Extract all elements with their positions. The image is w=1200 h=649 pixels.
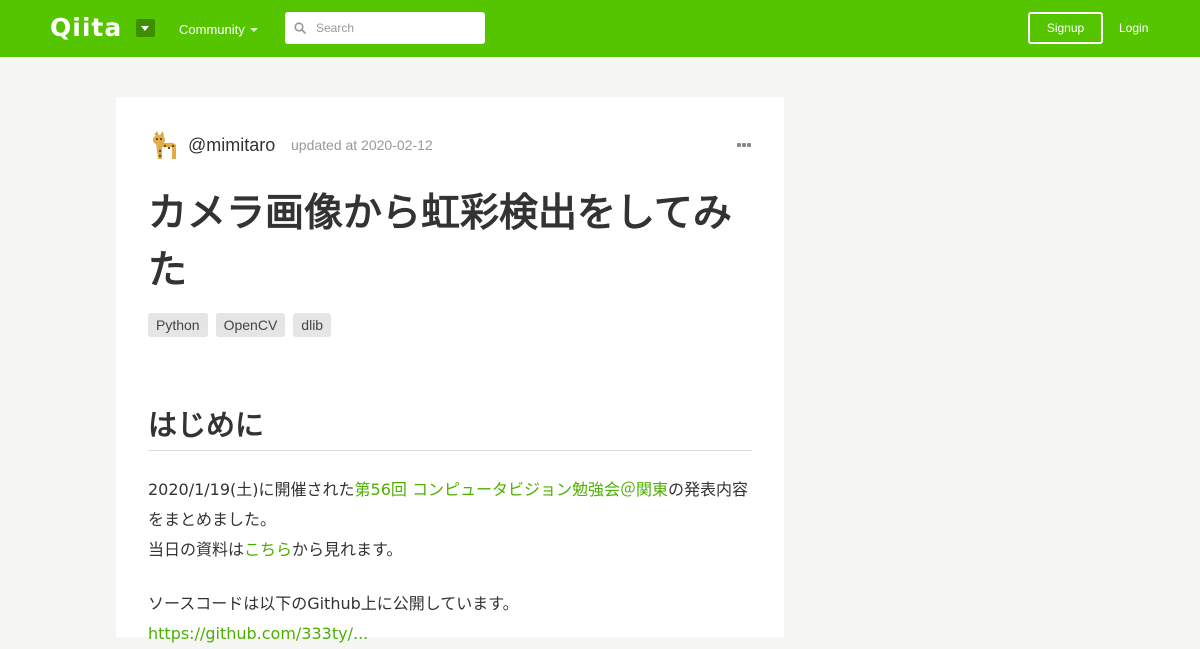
paragraph-slides: 当日の資料はこちらから見れます。 [148,535,752,565]
article-card: @mimitaro updated at 2020-02-12 カメラ画像から虹… [116,97,784,643]
more-options-icon[interactable] [736,137,752,153]
event-link[interactable]: 第56回 コンピュータビジョン勉強会＠関東 [355,480,668,499]
text-span: から見れます。 [292,540,403,559]
tag-python[interactable]: Python [148,313,208,337]
text-span: 2020/1/19(土)に開催された [148,480,355,499]
tag-list: Python OpenCV dlib [148,313,339,337]
search-input[interactable] [316,18,476,38]
updated-date: updated at 2020-02-12 [291,137,433,153]
paragraph-source: ソースコードは以下のGithub上に公開しています。 [148,594,519,613]
search-box[interactable] [285,12,485,44]
qiita-logo[interactable]: Qiita [50,13,122,43]
logo-dropdown-icon[interactable] [136,19,155,37]
search-icon [294,22,306,34]
login-link[interactable]: Login [1119,20,1148,36]
paragraph-intro: 2020/1/19(土)に開催された第56回 コンピュータビジョン勉強会＠関東の… [148,475,752,535]
text-span: 当日の資料は [148,540,245,559]
avatar[interactable] [148,129,180,161]
chevron-down-icon[interactable] [250,28,258,32]
signup-button[interactable]: Signup [1028,12,1103,44]
paragraph-github: https://github.com/333ty/... [148,619,752,649]
github-link[interactable]: https://github.com/333ty/... [148,624,368,643]
author-name[interactable]: @mimitaro [188,134,275,156]
community-menu[interactable]: Community [179,21,245,38]
tag-dlib[interactable]: dlib [293,313,332,337]
tag-opencv[interactable]: OpenCV [215,313,286,337]
section-heading: はじめに [148,403,752,451]
site-header: Qiita Community Signup Login [0,0,1200,57]
slides-link[interactable]: こちら [244,540,292,559]
article-title: カメラ画像から虹彩検出をしてみた [148,191,732,293]
article-body: 2020/1/19(土)に開催された第56回 コンピュータビジョン勉強会＠関東の… [148,475,752,649]
